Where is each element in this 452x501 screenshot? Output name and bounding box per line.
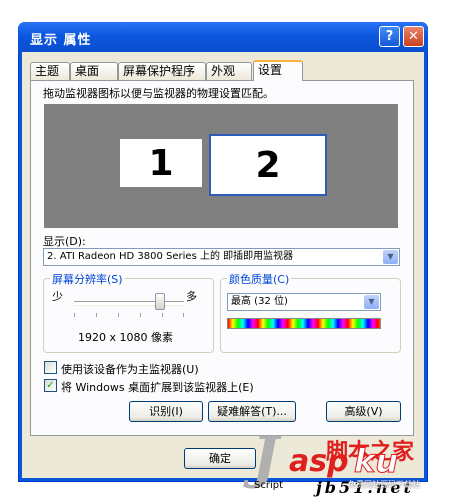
display-label: 显示(D):	[43, 235, 86, 248]
identify-button[interactable]: 识别(I)	[129, 401, 203, 422]
watermark-ku: ku	[353, 442, 399, 481]
monitor-arrangement-area[interactable]: 1 2	[44, 104, 398, 228]
resolution-slider-thumb[interactable]	[154, 293, 165, 310]
advanced-button[interactable]: 高级(V)	[326, 401, 401, 422]
tab-desktop[interactable]: 桌面	[70, 62, 118, 80]
resolution-slider-track[interactable]	[74, 301, 184, 306]
chevron-down-icon[interactable]: ▼	[364, 295, 379, 309]
display-properties-window: 显示 属性 ? ✕ 主题 桌面 屏幕保护程序 外观 设置 拖动监视器图标以便与监…	[18, 22, 428, 482]
color-spectrum-bar	[227, 318, 381, 329]
watermark-script: Script	[254, 480, 284, 491]
display-select-value: 2. ATI Radeon HD 3800 Series 上的 即插即用监视器	[47, 251, 294, 262]
checkmark-icon: ✓	[46, 380, 55, 391]
resolution-legend: 屏幕分辨率(S)	[50, 271, 125, 287]
resolution-less-label: 少	[52, 290, 63, 303]
tab-settings[interactable]: 设置	[253, 60, 303, 81]
monitor-2[interactable]: 2	[209, 134, 327, 196]
extend-desktop-checkbox[interactable]: ✓	[44, 379, 57, 392]
resolution-more-label: 多	[186, 290, 197, 303]
settings-panel: 拖动监视器图标以便与监视器的物理设置匹配。 1 2 显示(D): 2. ATI …	[30, 80, 414, 436]
watermark-asp: asp	[289, 444, 349, 479]
color-quality-select[interactable]: 最高 (32 位) ▼	[227, 293, 381, 311]
primary-monitor-checkbox[interactable]	[44, 361, 57, 374]
tab-themes[interactable]: 主题	[30, 62, 70, 80]
close-button[interactable]: ✕	[403, 26, 424, 47]
resolution-value: 1920 x 1080 像素	[78, 331, 173, 344]
site-watermark: J 脚本之家 asp ku Script jb51.net 免费网站源码下载站	[246, 424, 452, 501]
close-icon: ✕	[408, 29, 419, 44]
primary-monitor-label[interactable]: 使用该设备作为主监视器(U)	[61, 361, 199, 377]
instruction-text: 拖动监视器图标以便与监视器的物理设置匹配。	[43, 87, 274, 100]
title-bar[interactable]: 显示 属性 ? ✕	[18, 22, 428, 52]
display-select[interactable]: 2. ATI Radeon HD 3800 Series 上的 即插即用监视器 …	[43, 248, 400, 266]
help-icon: ?	[385, 29, 394, 44]
chevron-down-icon[interactable]: ▼	[383, 250, 398, 264]
help-button[interactable]: ?	[379, 26, 400, 47]
color-quality-legend: 颜色质量(C)	[227, 271, 292, 287]
troubleshoot-button[interactable]: 疑难解答(T)...	[208, 401, 296, 422]
tab-appearance[interactable]: 外观	[206, 62, 252, 80]
color-quality-group: 颜色质量(C) 最高 (32 位) ▼	[220, 271, 401, 353]
window-title: 显示 属性	[30, 33, 92, 48]
resolution-slider-ticks	[74, 313, 184, 317]
extend-desktop-label[interactable]: 将 Windows 桌面扩展到该监视器上(E)	[61, 379, 254, 395]
tab-screensaver[interactable]: 屏幕保护程序	[118, 62, 206, 80]
watermark-j: J	[252, 425, 279, 491]
monitor-1[interactable]: 1	[120, 139, 202, 187]
dialog-client: 主题 桌面 屏幕保护程序 外观 设置 拖动监视器图标以便与监视器的物理设置匹配。…	[22, 52, 424, 478]
color-quality-value: 最高 (32 位)	[231, 296, 288, 307]
resolution-group: 屏幕分辨率(S) 少 多 1920 x 1080 像素	[43, 271, 214, 353]
watermark-subtitle: 免费网站源码下载站	[348, 480, 420, 489]
